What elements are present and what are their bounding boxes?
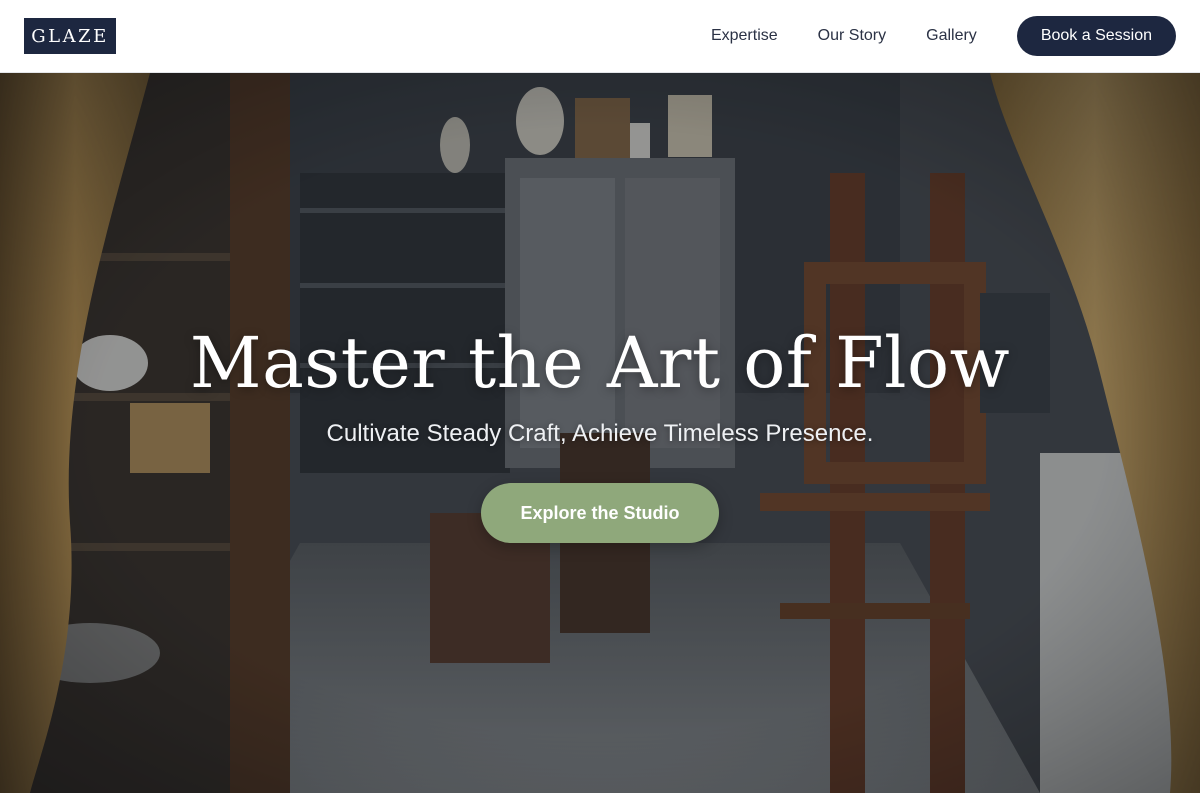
site-header: GLAZE Expertise Our Story Gallery Book a… <box>0 0 1200 73</box>
nav-link-our-story[interactable]: Our Story <box>818 27 886 45</box>
hero-section: Master the Art of Flow Cultivate Steady … <box>0 73 1200 793</box>
hero-title: Master the Art of Flow <box>189 322 1011 404</box>
nav-link-expertise[interactable]: Expertise <box>711 27 778 45</box>
hero-subtitle: Cultivate Steady Craft, Achieve Timeless… <box>326 420 874 447</box>
explore-studio-button[interactable]: Explore the Studio <box>481 483 719 543</box>
hero-content: Master the Art of Flow Cultivate Steady … <box>0 73 1200 793</box>
main-nav: Expertise Our Story Gallery Book a Sessi… <box>711 0 1176 72</box>
page-bottom-strip <box>0 793 1200 800</box>
book-session-button[interactable]: Book a Session <box>1016 16 1176 56</box>
brand-logo[interactable]: GLAZE <box>24 18 116 54</box>
nav-link-gallery[interactable]: Gallery <box>926 27 977 45</box>
